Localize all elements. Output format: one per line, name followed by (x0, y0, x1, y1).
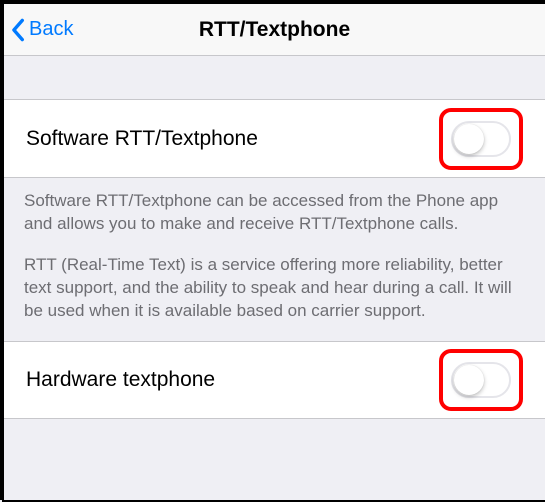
toggle-knob (454, 124, 484, 154)
description-p2: RTT (Real-Time Text) is a service offeri… (24, 254, 525, 323)
toggle-knob (454, 365, 484, 395)
highlight-software-toggle (439, 108, 523, 170)
description-text: Software RTT/Textphone can be accessed f… (4, 178, 545, 341)
back-button[interactable]: Back (4, 18, 73, 42)
software-rtt-label: Software RTT/Textphone (26, 127, 258, 151)
hardware-textphone-label: Hardware textphone (26, 368, 215, 392)
software-rtt-row[interactable]: Software RTT/Textphone (4, 100, 545, 178)
back-label: Back (29, 18, 73, 41)
highlight-hardware-toggle (439, 349, 523, 411)
section-spacer (4, 56, 545, 100)
hardware-textphone-toggle[interactable] (451, 362, 511, 398)
software-rtt-toggle[interactable] (451, 121, 511, 157)
navbar: Back RTT/Textphone (4, 4, 545, 56)
page-title: RTT/Textphone (4, 18, 545, 42)
description-p1: Software RTT/Textphone can be accessed f… (24, 190, 525, 236)
chevron-left-icon (10, 18, 25, 42)
hardware-textphone-row[interactable]: Hardware textphone (4, 341, 545, 419)
